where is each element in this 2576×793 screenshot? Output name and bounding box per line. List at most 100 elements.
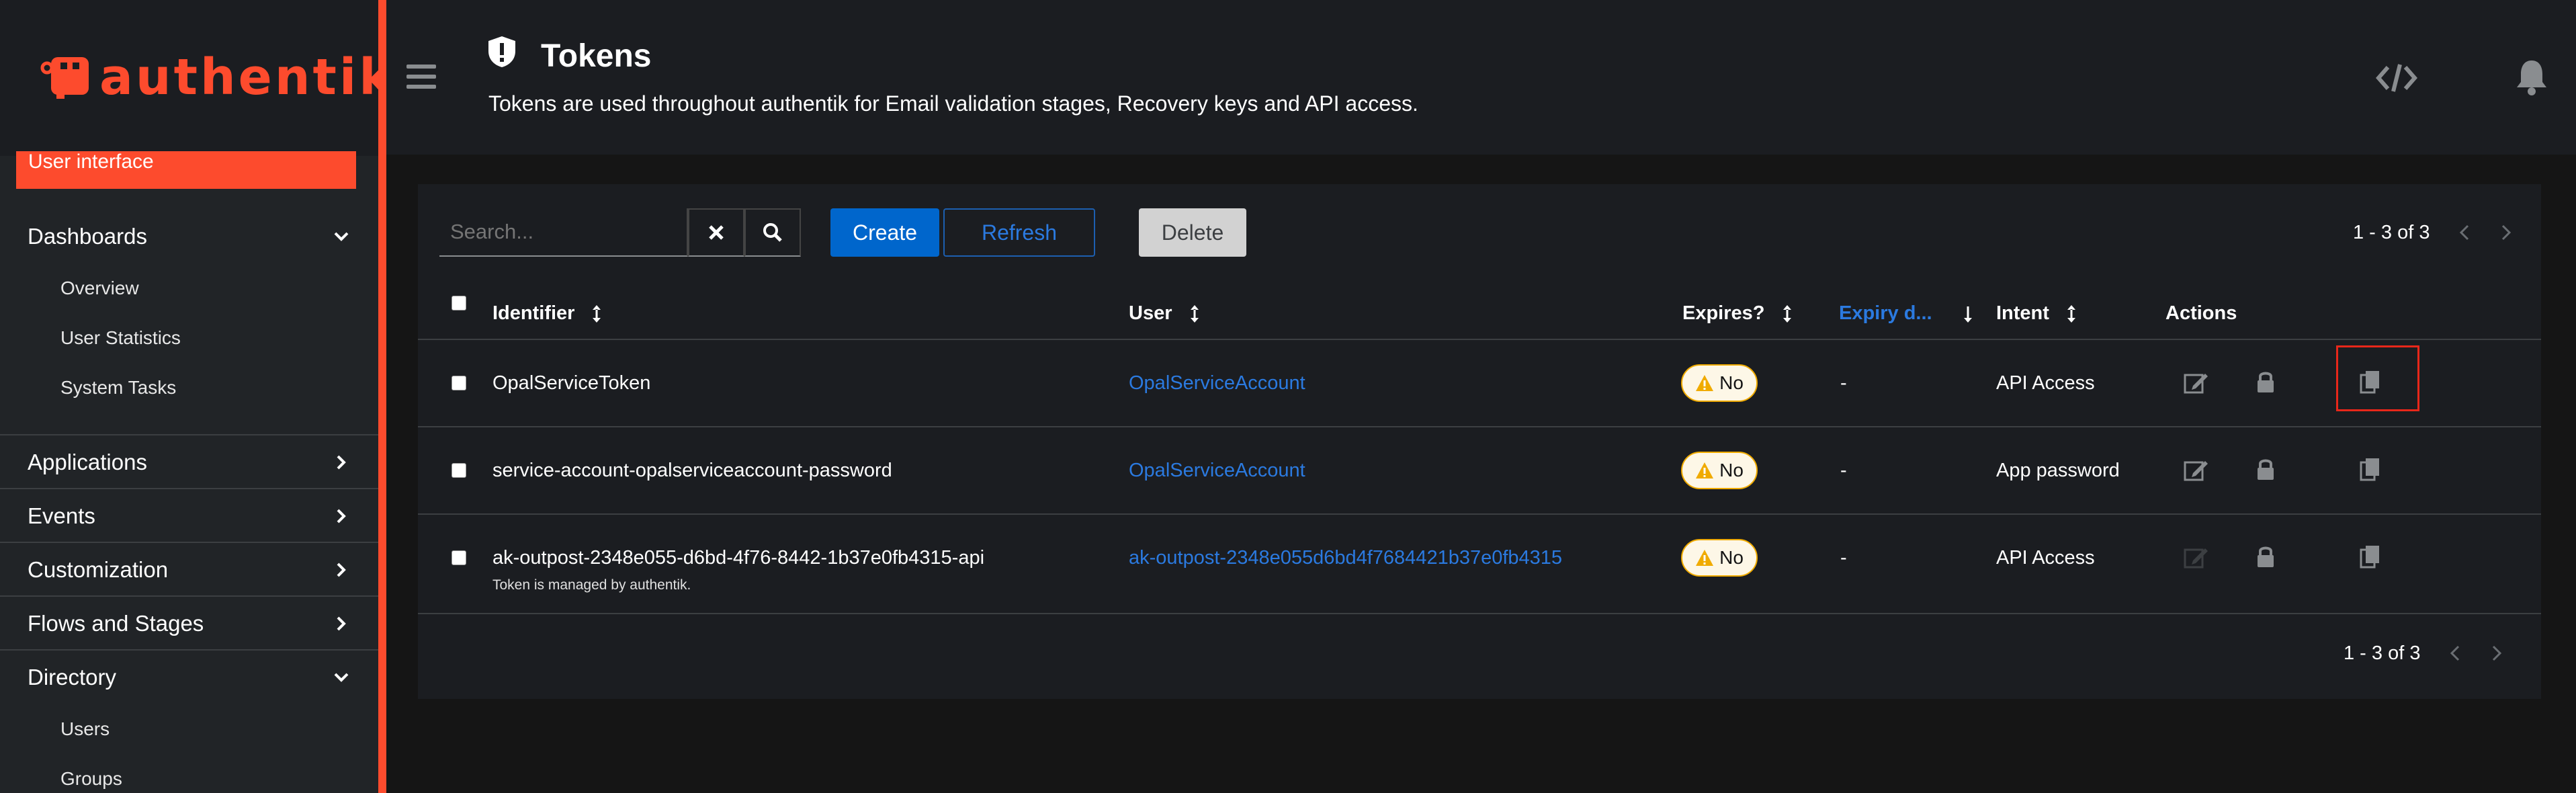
chevron-right-icon [337, 562, 346, 577]
sidebar: authentik User interface Dashboards Over… [0, 0, 392, 793]
sidebar-item-user-statistics[interactable]: User Statistics [0, 313, 378, 363]
token-user-link[interactable]: OpalServiceAccount [1129, 372, 1305, 394]
sort-icon [1190, 304, 1199, 323]
sidebar-item-system-tasks[interactable]: System Tasks [0, 363, 378, 413]
intent-value: App password [1996, 460, 2120, 481]
chevron-left-icon[interactable] [2448, 643, 2462, 663]
bell-icon[interactable] [2514, 58, 2549, 95]
row-checkbox[interactable] [452, 463, 466, 478]
pagination-info: 1 - 3 of 3 [2353, 221, 2430, 243]
column-expires[interactable]: Expires? [1682, 302, 1793, 325]
clear-search-button[interactable] [688, 208, 744, 257]
lock-icon[interactable] [2252, 543, 2279, 570]
expires-badge: No [1681, 539, 1758, 577]
column-label: Identifier [492, 302, 575, 324]
sidebar-group-label: Flows and Stages [28, 611, 204, 636]
pagination-bottom: 1 - 3 of 3 [2344, 629, 2503, 677]
table-row: service-account-opalserviceaccount-passw… [418, 427, 2541, 515]
sidebar-item-user-interface[interactable]: User interface [16, 151, 356, 189]
select-all-checkbox[interactable] [452, 296, 466, 310]
copy-icon[interactable] [2357, 543, 2384, 570]
delete-button[interactable]: Delete [1139, 208, 1246, 257]
authentik-logo[interactable]: authentik [40, 48, 395, 106]
intent-value: API Access [1996, 547, 2095, 569]
lock-icon[interactable] [2252, 368, 2279, 395]
sidebar-group-customization-toggle[interactable]: Customization [0, 543, 378, 597]
column-intent[interactable]: Intent [1996, 302, 2077, 325]
sidebar-group-label: Applications [28, 450, 147, 474]
warning-icon [1696, 375, 1714, 391]
sidebar-group-applications: Applications [0, 435, 378, 489]
sidebar-group-events: Events [0, 489, 378, 543]
expires-value: No [1719, 460, 1744, 481]
row-checkbox[interactable] [452, 376, 466, 390]
brand-area: authentik [0, 0, 392, 156]
sidebar-group-events-toggle[interactable]: Events [0, 489, 378, 543]
column-label: Actions [2165, 302, 2237, 324]
column-label: Expiry d... [1839, 302, 1932, 324]
sidebar-group-label: Directory [28, 665, 117, 690]
expires-value: No [1719, 547, 1744, 568]
sidebar-group-label: Events [28, 503, 95, 528]
expiry-date-value: - [1840, 460, 1847, 481]
column-label: Intent [1996, 302, 2049, 324]
sidebar-group-dashboards-toggle[interactable]: Dashboards [0, 210, 378, 263]
token-identifier: service-account-opalserviceaccount-passw… [492, 460, 892, 481]
sidebar-group-directory-toggle[interactable]: Directory [0, 651, 378, 704]
create-button[interactable]: Create [830, 208, 939, 257]
lock-icon[interactable] [2252, 456, 2279, 483]
expires-badge: No [1681, 364, 1758, 402]
expiry-date-value: - [1840, 547, 1847, 569]
sort-icon [593, 304, 601, 323]
chevron-right-icon [337, 616, 346, 631]
edit-icon-disabled [2184, 548, 2208, 569]
refresh-button[interactable]: Refresh [943, 208, 1095, 257]
intent-value: API Access [1996, 372, 2095, 394]
sidebar-group-directory: Directory Users Groups [0, 651, 378, 793]
hamburger-menu-icon[interactable] [406, 65, 436, 89]
page-description: Tokens are used throughout authentik for… [488, 91, 1418, 116]
token-identifier: OpalServiceToken [492, 372, 651, 394]
chevron-right-icon[interactable] [2499, 222, 2513, 243]
table-header: Identifier User Expires? Expiry d... Int… [418, 285, 2541, 340]
edit-icon[interactable] [2182, 457, 2209, 484]
column-actions: Actions [2165, 302, 2237, 325]
sidebar-group-applications-toggle[interactable]: Applications [0, 435, 378, 489]
search-button[interactable] [744, 208, 801, 257]
column-identifier[interactable]: Identifier [492, 302, 603, 325]
sort-down-icon [1963, 306, 1972, 323]
chevron-right-icon [337, 455, 346, 470]
edit-icon[interactable] [2182, 370, 2209, 396]
code-icon[interactable] [2376, 62, 2417, 94]
sidebar-item-groups[interactable]: Groups [0, 754, 378, 793]
search-input[interactable] [439, 208, 688, 257]
table-toolbar: Create Refresh Delete 1 - 3 of 3 [439, 208, 2522, 259]
column-user[interactable]: User [1129, 302, 1201, 325]
sidebar-group-flows-toggle[interactable]: Flows and Stages [0, 597, 378, 651]
chevron-left-icon[interactable] [2458, 222, 2471, 243]
row-checkbox[interactable] [452, 550, 466, 565]
token-identifier-cell: ak-outpost-2348e055-d6bd-4f76-8442-1b37e… [492, 547, 984, 593]
copy-icon[interactable] [2357, 456, 2384, 483]
table-row: ak-outpost-2348e055-d6bd-4f76-8442-1b37e… [418, 515, 2541, 614]
expiry-date-value: - [1840, 372, 1847, 394]
chevron-right-icon[interactable] [2490, 643, 2503, 663]
brand-name: authentik [99, 48, 395, 106]
warning-icon [1696, 462, 1714, 478]
search-icon [763, 223, 782, 242]
pagination-top: 1 - 3 of 3 [2353, 208, 2513, 257]
sort-icon [1783, 304, 1791, 323]
sidebar-group-label: Customization [28, 557, 169, 582]
token-user-link[interactable]: OpalServiceAccount [1129, 460, 1305, 482]
token-user-link[interactable]: ak-outpost-2348e055d6bd4f7684421b37e0fb4… [1129, 547, 1562, 569]
sidebar-item-users[interactable]: Users [0, 704, 378, 754]
token-managed-note: Token is managed by authentik. [492, 577, 691, 593]
column-label: Expires? [1682, 302, 1765, 324]
sidebar-item-overview[interactable]: Overview [0, 263, 378, 313]
authentik-logo-mark [40, 57, 89, 99]
pagination-info: 1 - 3 of 3 [2344, 642, 2421, 664]
column-expiry-date[interactable]: Expiry d... [1839, 302, 1974, 325]
chevron-right-icon [337, 509, 346, 524]
copy-token-highlight [2336, 345, 2419, 411]
page-header: Tokens Tokens are used throughout authen… [386, 0, 2576, 155]
